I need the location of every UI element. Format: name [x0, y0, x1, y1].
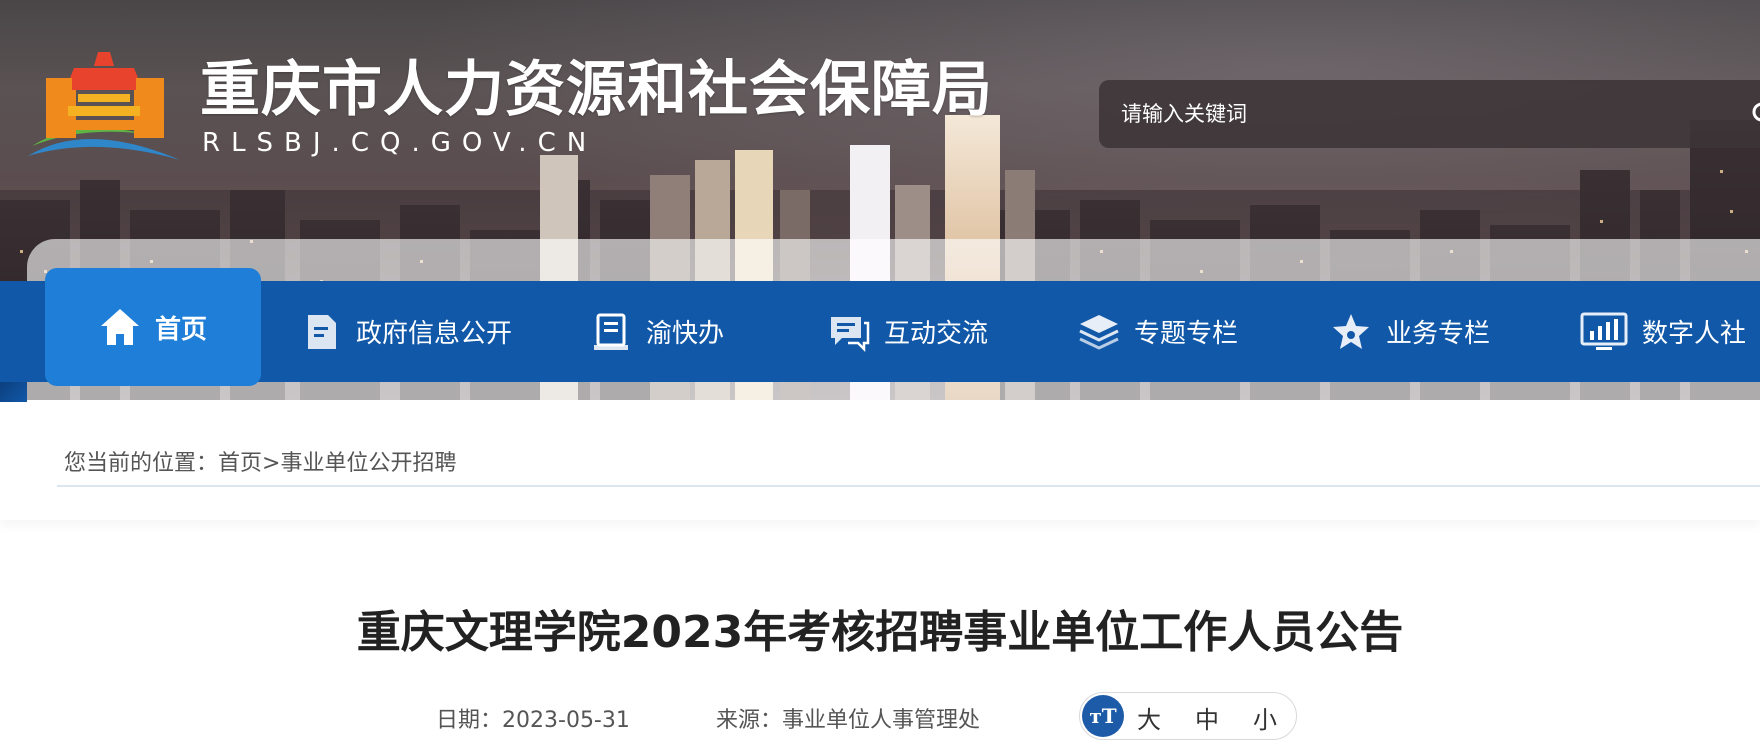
monitor-chart-icon	[1580, 312, 1628, 350]
tiantan-logo-icon	[28, 52, 180, 160]
date-value: 2023-05-31	[502, 708, 630, 733]
nav-item-digital-hrss[interactable]: 数字人社	[1580, 281, 1746, 382]
breadcrumb-separator: >	[262, 451, 281, 476]
site-domain: RLSBJ.CQ.GOV.CN	[202, 128, 598, 158]
font-size-icon: тT	[1082, 695, 1124, 737]
nav-item-label: 数字人社	[1642, 319, 1747, 349]
layers-icon	[1079, 314, 1119, 350]
nav-item-label: 专题专栏	[1134, 319, 1239, 349]
nav-corner-decoration	[0, 382, 27, 402]
article-date: 日期：2023-05-31	[436, 702, 630, 734]
search-box	[1099, 80, 1760, 148]
home-icon	[100, 309, 139, 345]
search-icon[interactable]	[1748, 100, 1760, 130]
clipboard-icon	[594, 313, 628, 350]
font-size-medium-button[interactable]: 中	[1195, 700, 1219, 735]
nav-item-label: 渝快办	[646, 319, 725, 349]
breadcrumb-current-link[interactable]: 事业单位公开招聘	[280, 451, 456, 476]
nav-item-yukuaiban[interactable]: 渝快办	[590, 281, 724, 382]
font-size-large-button[interactable]: 大	[1137, 700, 1161, 735]
nav-item-label: 业务专栏	[1386, 319, 1491, 349]
breadcrumb-home-link[interactable]: 首页	[218, 451, 262, 476]
nav-item-label: 互动交流	[884, 319, 989, 349]
nav-item-label: 首页	[154, 314, 207, 345]
breadcrumb-prefix: 您当前的位置：	[64, 451, 219, 476]
chat-icon	[831, 316, 870, 352]
search-input[interactable]	[1121, 94, 1721, 134]
breadcrumb: 您当前的位置：首页>事业单位公开招聘	[64, 445, 456, 477]
document-icon	[308, 314, 336, 349]
nav-item-interaction[interactable]: 互动交流	[828, 281, 988, 382]
article-title: 重庆文理学院2023年考核招聘事业单位工作人员公告	[356, 607, 1404, 658]
source-value: 事业单位人事管理处	[782, 708, 981, 733]
nav-item-home[interactable]: 首页	[45, 268, 261, 386]
site-title: 重庆市人力资源和社会保障局	[200, 55, 993, 125]
nav-item-gov-info[interactable]: 政府信息公开	[300, 281, 512, 382]
font-size-small-button[interactable]: 小	[1253, 700, 1277, 735]
breadcrumb-divider	[57, 485, 1760, 487]
nav-item-business[interactable]: 业务专栏	[1330, 281, 1490, 382]
star-icon	[1333, 313, 1369, 349]
source-label: 来源：	[716, 708, 783, 733]
nav-item-special-topics[interactable]: 专题专栏	[1078, 281, 1238, 382]
nav-item-label: 政府信息公开	[356, 319, 513, 349]
article-source: 来源：事业单位人事管理处	[716, 702, 980, 734]
date-label: 日期：	[436, 708, 503, 733]
